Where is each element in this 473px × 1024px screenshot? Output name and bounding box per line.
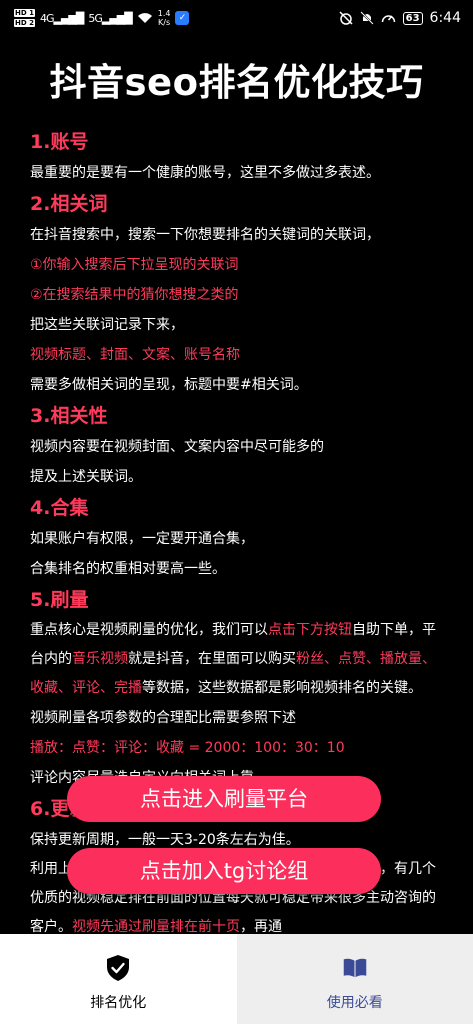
- boost-ratio: 播放：点赞：评论：收藏 = 2000：100：30：10: [30, 740, 345, 756]
- mute-icon: [359, 11, 374, 25]
- collection-text-2: 合集排名的权重相对要高一些。: [30, 561, 226, 577]
- bottom-tab-bar: 排名优化 使用必看: [0, 934, 473, 1024]
- relevance-text-2: 提及上述关联词。: [30, 469, 142, 485]
- tab-usage-guide[interactable]: 使用必看: [236, 934, 473, 1024]
- net1-label: 4G: [39, 11, 54, 25]
- boost-text-7: 等数据，这些数据都是影响视频排名的关键。: [142, 680, 422, 696]
- status-bar: HD 1 HD 2 4G▂▄▆█ 5G▂▄▆█ 1.4 K/s ✓ 63 6:4…: [0, 0, 473, 36]
- related-words-text-1: 在抖音搜索中，搜索一下你想要排名的关键词的关联词，: [30, 227, 380, 243]
- signal-5g-icon: 5G▂▄▆█: [88, 11, 132, 25]
- related-words-text-2: ①你输入搜索后下拉呈现的关联词: [30, 257, 239, 273]
- sim1-label: HD 1: [14, 9, 35, 17]
- update-text-3: ，再通: [240, 919, 282, 934]
- related-words-text-6: 需要多做相关词的呈现，标题中要#相关词。: [30, 377, 308, 393]
- clock: 6:44: [429, 10, 461, 26]
- section-heading-account: 1.账号: [30, 131, 89, 153]
- boost-text-2: 点击下方按钮: [268, 622, 352, 638]
- related-words-text-4: 把这些关联词记录下来，: [30, 317, 184, 333]
- wifi-icon: [137, 13, 152, 23]
- boost-text-4: 音乐视频: [72, 651, 128, 667]
- speed-value: 1.4: [157, 9, 171, 18]
- battery-icon: 63: [402, 11, 423, 25]
- signal-4g-icon: 4G▂▄▆█: [39, 11, 84, 25]
- battery-level: 63: [405, 12, 420, 24]
- page-title: 抖音seo排名优化技巧: [49, 61, 424, 104]
- book-icon: [343, 958, 367, 978]
- update-text-2: 视频先通过刷量排在前十页: [72, 919, 240, 934]
- alarm-off-icon: [339, 11, 353, 25]
- boost-paragraph: 重点核心是视频刷量的优化，我们可以点击下方按钮自助下单，平台内的音乐视频就是抖音…: [30, 616, 443, 703]
- net2-label: 5G: [88, 11, 102, 25]
- tab-guide-label: 使用必看: [326, 995, 383, 1011]
- boost-ratio-intro: 视频刷量各项参数的合理配比需要参照下述: [30, 710, 296, 726]
- related-words-text-3: ②在搜索结果中的猜你想搜之类的: [30, 287, 239, 303]
- tab-ranking-optimization[interactable]: 排名优化: [0, 934, 237, 1024]
- section-heading-relevance: 3.相关性: [30, 405, 108, 427]
- app-notification-icon: ✓: [175, 11, 190, 25]
- speed-unit: K/s: [158, 18, 171, 27]
- tab-ranking-label: 排名优化: [90, 995, 147, 1011]
- section-heading-related-words: 2.相关词: [30, 193, 108, 215]
- sim-indicator: HD 1 HD 2: [14, 8, 35, 28]
- speedometer-icon: [381, 15, 395, 23]
- boost-text-1: 重点核心是视频刷量的优化，我们可以: [30, 622, 268, 638]
- network-speed: 1.4 K/s: [158, 9, 171, 27]
- section-heading-collection: 4.合集: [30, 497, 89, 519]
- sim2-label: HD 2: [14, 19, 35, 27]
- section-heading-boost: 5.刷量: [30, 589, 89, 611]
- account-text: 最重要的是要有一个健康的账号，这里不多做过多表述。: [30, 165, 380, 181]
- related-words-text-5: 视频标题、封面、文案、账号名称: [30, 347, 240, 363]
- boost-text-5: 就是抖音，在里面可以购买: [128, 651, 296, 667]
- status-left: HD 1 HD 2 4G▂▄▆█ 5G▂▄▆█ 1.4 K/s ✓: [14, 8, 190, 28]
- collection-text-1: 如果账户有权限，一定要开通合集，: [30, 531, 254, 547]
- shield-check-icon: [107, 955, 130, 981]
- join-tg-group-button[interactable]: 点击加入tg讨论组: [67, 848, 381, 894]
- status-right: 63 6:44: [339, 10, 461, 26]
- enter-boost-platform-button[interactable]: 点击进入刷量平台: [67, 776, 381, 822]
- relevance-text-1: 视频内容要在视频封面、文案内容中尽可能多的: [30, 439, 324, 455]
